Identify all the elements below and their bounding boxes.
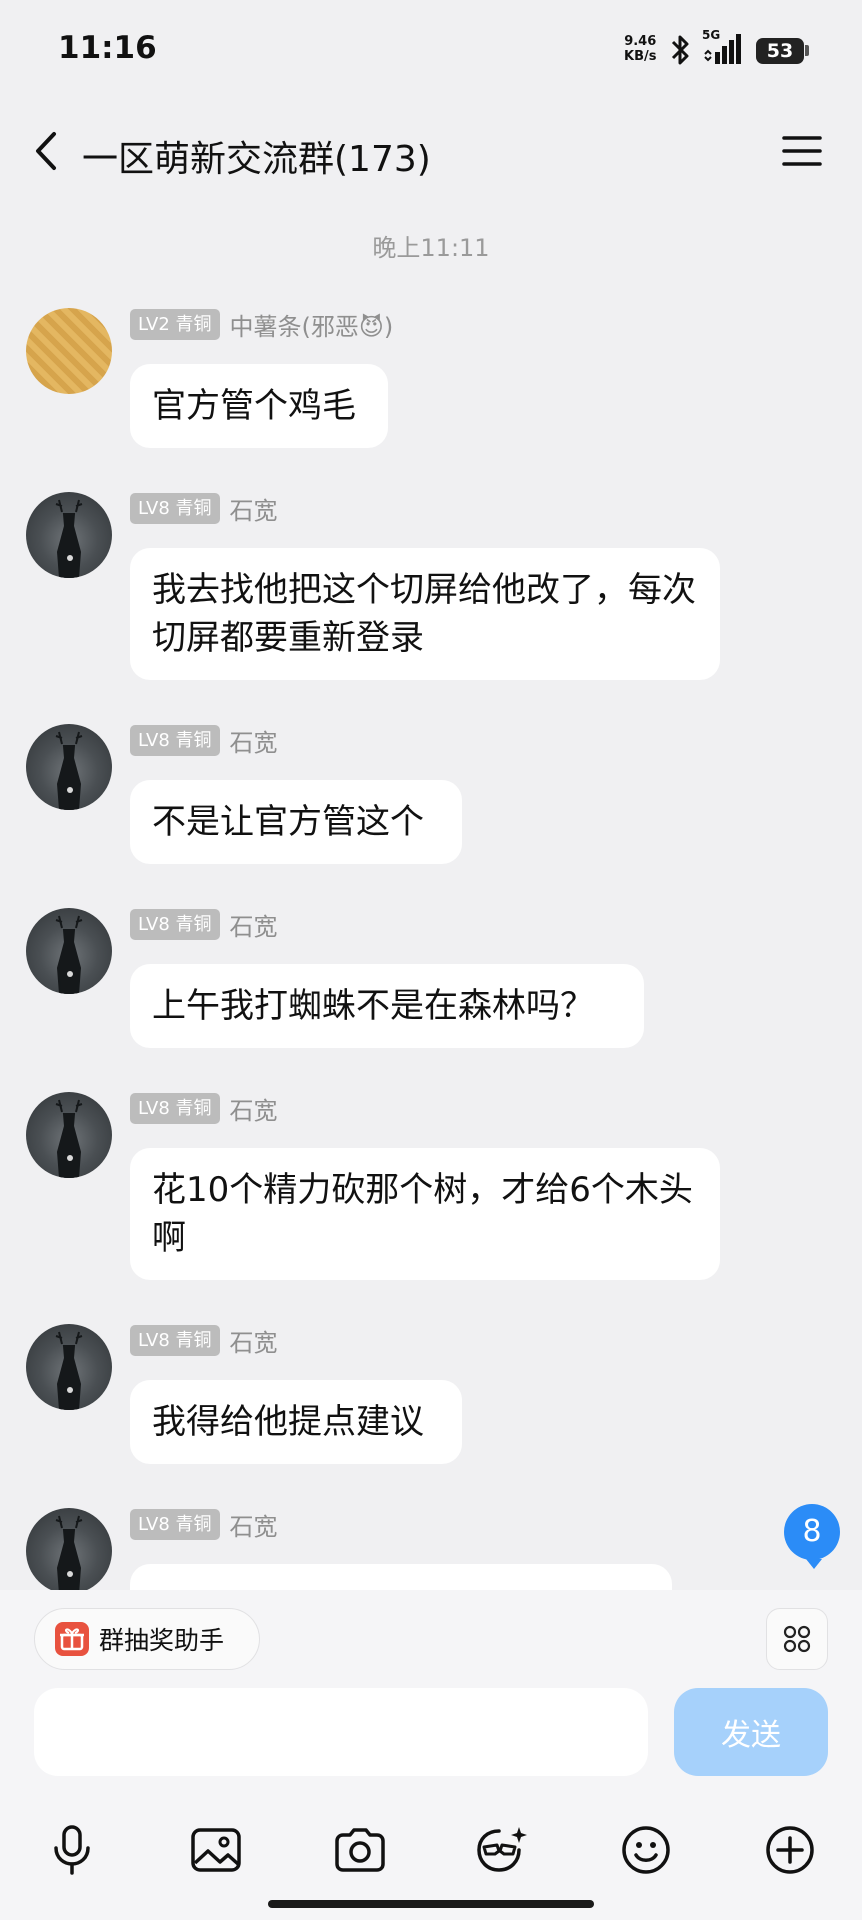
- sender-name[interactable]: 中薯条(邪恶😈): [230, 307, 394, 342]
- status-time: 11:16: [58, 30, 157, 66]
- message-meta: LV8 青铜 石宽: [130, 1091, 278, 1126]
- microphone-icon: [54, 1825, 90, 1875]
- emoji-icon: [622, 1826, 670, 1874]
- sender-name[interactable]: 石宽: [230, 1507, 278, 1542]
- plus-icon: [766, 1826, 814, 1874]
- input-toolbar: [0, 1820, 862, 1890]
- message-meta: LV8 青铜 石宽: [130, 907, 278, 942]
- gallery-button[interactable]: [186, 1820, 246, 1880]
- message-bubble[interactable]: 不是让官方管这个: [130, 780, 462, 864]
- level-badge: LV8 青铜: [130, 724, 220, 756]
- status-bar: 11:16 9.46 KB/s 5G 53: [0, 0, 862, 100]
- avatar[interactable]: [26, 308, 112, 394]
- battery-level: 53: [756, 38, 804, 64]
- group-title[interactable]: 一区萌新交流群(173): [82, 130, 431, 182]
- message-meta: LV8 青铜 石宽: [130, 723, 278, 758]
- network-speed: 9.46 KB/s: [624, 34, 656, 64]
- sender-name[interactable]: 石宽: [230, 907, 278, 942]
- gift-icon: [55, 1622, 89, 1656]
- message-meta: LV8 青铜 石宽: [130, 491, 278, 526]
- lottery-assistant-label: 群抽奖助手: [99, 1626, 225, 1655]
- avatar[interactable]: [26, 724, 112, 810]
- message-meta: LV8 青铜 石宽: [130, 1323, 278, 1358]
- sender-name[interactable]: 石宽: [230, 1323, 278, 1358]
- battery-cap: [805, 45, 809, 56]
- back-icon[interactable]: [26, 126, 66, 176]
- network-speed-value: 9.46: [624, 34, 657, 49]
- send-button[interactable]: 发送: [674, 1688, 828, 1776]
- sender-name[interactable]: 石宽: [230, 491, 278, 526]
- sender-name[interactable]: 石宽: [230, 723, 278, 758]
- message-bubble[interactable]: 我去找他把这个切屏给他改了，每次切屏都要重新登录: [130, 548, 720, 680]
- image-icon: [191, 1828, 241, 1872]
- menu-icon[interactable]: [782, 134, 822, 168]
- avatar[interactable]: [26, 1092, 112, 1178]
- camera-icon: [335, 1828, 385, 1872]
- level-badge: LV2 青铜: [130, 308, 220, 340]
- level-badge: LV8 青铜: [130, 908, 220, 940]
- level-badge: LV8 青铜: [130, 1508, 220, 1540]
- avatar[interactable]: [26, 1508, 112, 1590]
- unread-count-badge[interactable]: 8: [784, 1504, 840, 1569]
- bottom-panel: 群抽奖助手 发送: [0, 1590, 862, 1920]
- message-bubble[interactable]: 官方管个鸡毛: [130, 364, 388, 448]
- apps-icon: [783, 1625, 811, 1653]
- bluetooth-icon: [671, 35, 689, 65]
- apps-button[interactable]: [766, 1608, 828, 1670]
- more-functions-button[interactable]: [760, 1820, 820, 1880]
- level-badge: LV8 青铜: [130, 1092, 220, 1124]
- message-bubble[interactable]: 上午我打蜘蛛不是在森林吗？: [130, 964, 644, 1048]
- voice-button[interactable]: [42, 1820, 102, 1880]
- home-indicator[interactable]: [268, 1900, 594, 1908]
- avatar[interactable]: [26, 1324, 112, 1410]
- avatar[interactable]: [26, 908, 112, 994]
- camera-button[interactable]: [330, 1820, 390, 1880]
- message-bubble[interactable]: 我得给他提点建议: [130, 1380, 462, 1464]
- lottery-assistant-button[interactable]: 群抽奖助手: [34, 1608, 260, 1670]
- message-bubble[interactable]: [130, 1564, 672, 1590]
- chat-message-list[interactable]: LV2 青铜 中薯条(邪恶😈) 官方管个鸡毛 LV8 青铜 石宽 我去找他把这个…: [0, 300, 862, 1590]
- sticker-button[interactable]: [472, 1820, 532, 1880]
- message-meta: LV8 青铜 石宽: [130, 1507, 278, 1542]
- level-badge: LV8 青铜: [130, 1324, 220, 1356]
- time-divider: 晚上11:11: [372, 234, 490, 262]
- cellular-signal-icon: 5G: [702, 28, 746, 66]
- network-speed-unit: KB/s: [624, 49, 657, 64]
- emoji-button[interactable]: [616, 1820, 676, 1880]
- message-bubble[interactable]: 花10个精力砍那个树，才给6个木头啊: [130, 1148, 720, 1280]
- message-meta: LV2 青铜 中薯条(邪恶😈): [130, 307, 394, 342]
- avatar[interactable]: [26, 492, 112, 578]
- sender-name[interactable]: 石宽: [230, 1091, 278, 1126]
- sticker-icon: [477, 1827, 527, 1872]
- message-input[interactable]: [34, 1688, 648, 1776]
- chat-header: 一区萌新交流群(173): [0, 110, 862, 190]
- level-badge: LV8 青铜: [130, 492, 220, 524]
